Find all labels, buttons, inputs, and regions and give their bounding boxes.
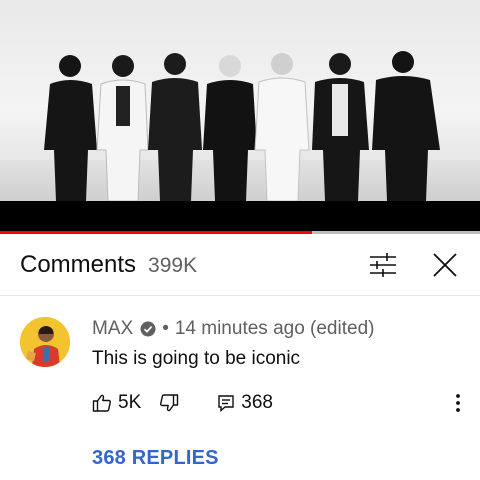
person-3 xyxy=(148,53,202,201)
person-1 xyxy=(44,55,97,201)
video-player[interactable] xyxy=(0,0,480,231)
comments-title: Comments xyxy=(20,250,137,278)
meta-separator: • xyxy=(162,318,169,339)
comment-text: This is going to be iconic xyxy=(92,348,301,369)
comment-time: 14 minutes ago (edited) xyxy=(174,318,375,339)
like-count: 5K xyxy=(118,392,142,413)
view-replies-link[interactable]: 368 REPLIES xyxy=(92,447,219,470)
thumbs-down-icon[interactable] xyxy=(159,393,179,413)
comment-meta: MAX • 14 minutes ago (edited) xyxy=(92,318,374,340)
person-2 xyxy=(96,55,149,201)
person-7 xyxy=(372,51,440,201)
thumbs-up-icon[interactable] xyxy=(92,393,112,413)
comment-author[interactable]: MAX xyxy=(92,318,133,340)
close-icon[interactable] xyxy=(431,251,459,279)
reply-count: 368 xyxy=(241,392,273,413)
group-photo xyxy=(44,51,440,201)
more-options-icon[interactable] xyxy=(448,392,468,414)
verified-check-icon xyxy=(140,321,156,337)
comments-header: Comments 399K xyxy=(0,234,480,296)
person-4 xyxy=(203,55,257,201)
avatar[interactable] xyxy=(20,317,70,367)
person-5 xyxy=(254,53,310,201)
avatar-image xyxy=(20,317,70,367)
filter-sliders-icon[interactable] xyxy=(368,252,398,278)
video-frame xyxy=(0,0,480,201)
comment-actions: 5K 368 xyxy=(92,390,273,416)
person-6 xyxy=(312,53,369,201)
comments-count: 399K xyxy=(148,253,198,277)
reply-comment-icon[interactable] xyxy=(217,394,235,412)
